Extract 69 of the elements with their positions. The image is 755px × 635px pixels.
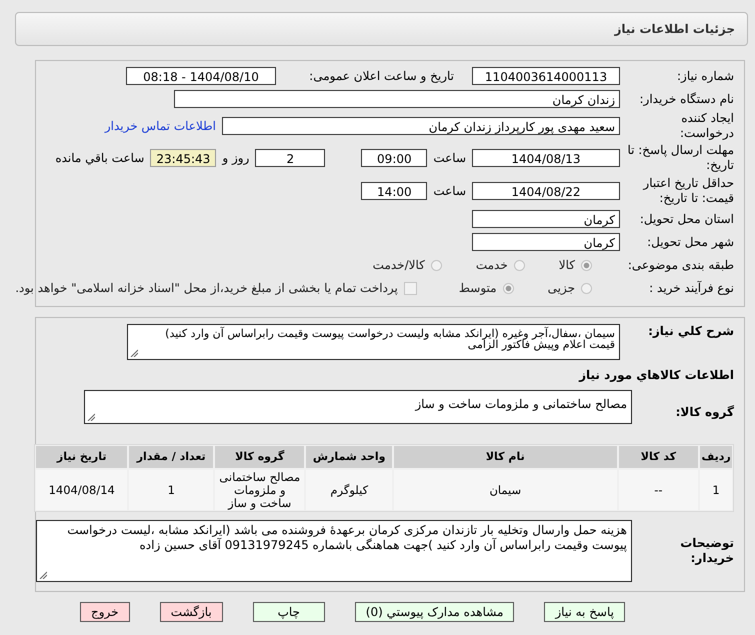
- column-header: گروه کالا: [214, 446, 304, 468]
- buyer-notes-field[interactable]: هزینه حمل وارسال وتخلیه بار تازندان مرکزی کرمان برعهدهٔ فروشنده می باشد (ایرانکد مشابه ،لیست درخواست پیوست وقیمت رابراساس آن وارد کنید )جهت هماهنگی باشماره 09131979245 آقای حسین زاده: [36, 520, 632, 582]
- validity-date-field[interactable]: 1404/08/22: [472, 182, 620, 200]
- province-field[interactable]: کرمان: [472, 210, 620, 228]
- requester-field[interactable]: سعید مهدی پور کارپرداز زندان کرمان: [222, 117, 620, 135]
- goods-group-field[interactable]: مصالح ساختمانی و ملزومات ساخت و ساز: [84, 390, 632, 424]
- column-header: تاریخ نیاز: [36, 446, 128, 468]
- validity-time-field[interactable]: 14:00: [361, 182, 428, 200]
- action-button[interactable]: چاپ: [252, 602, 325, 622]
- field-label: استان محل تحویل:: [638, 212, 734, 226]
- resize-grip-icon[interactable]: [39, 571, 47, 579]
- checkbox[interactable]: [404, 282, 417, 294]
- table-cell: --: [618, 470, 698, 510]
- remaining-time-field: 23:45:43: [150, 149, 216, 167]
- field-label: ایجاد کننده درخواست:: [679, 111, 734, 141]
- field-label: حداقل تاریخ اعتبار قیمت: تا تاریخ:: [642, 176, 734, 206]
- table-cell: 1: [700, 470, 732, 510]
- buyer-contact-link[interactable]: اطلاعات تماس خریدار: [104, 119, 216, 133]
- action-button[interactable]: مشاهده مدارک پیوستي (0): [354, 602, 514, 622]
- field-label: نوع فرآیند خرید :: [648, 280, 734, 296]
- column-header: ردیف: [700, 446, 732, 468]
- radio-button[interactable]: [430, 260, 442, 270]
- field-label: تاریخ و ساعت اعلان عمومی:: [308, 69, 454, 83]
- radio-button[interactable]: [514, 260, 525, 270]
- announce-date-field[interactable]: 1404/08/10 - 08:18: [126, 67, 276, 85]
- time-label: ساعت: [433, 151, 466, 165]
- need-number-field[interactable]: 1104003614000113: [472, 67, 620, 85]
- deadline-date-field[interactable]: 1404/08/13: [472, 149, 620, 167]
- field-label: توضیحات خریدار:: [679, 536, 734, 566]
- radio-button[interactable]: [581, 260, 592, 270]
- days-field[interactable]: 2: [255, 149, 326, 167]
- radio-label: متوسط: [458, 281, 497, 295]
- column-header: واحد شمارش: [306, 446, 392, 468]
- checkbox-label: پرداخت تمام یا بخشی از مبلغ خرید،از محل "اسناد خزانه اسلامی" خواهد بود.: [15, 281, 398, 295]
- field-label: نام دستگاه خریدار:: [638, 92, 734, 106]
- field-label: مهلت ارسال پاسخ: تا تاریخ:: [626, 143, 734, 173]
- city-field[interactable]: کرمان: [472, 233, 620, 251]
- field-label: شرح کلي نياز:: [647, 324, 734, 339]
- column-header: کد کالا: [618, 446, 698, 468]
- radio-button[interactable]: [502, 282, 514, 294]
- radio-label: جزیی: [548, 281, 575, 295]
- table-cell: سیمان: [394, 470, 617, 510]
- buyer-org-field[interactable]: زندان کرمان: [174, 90, 620, 108]
- column-header: نام کالا: [394, 446, 617, 468]
- days-label: روز و: [222, 151, 250, 165]
- field-label: گروه کالا:: [674, 404, 734, 420]
- field-label: شماره نیاز:: [676, 68, 734, 84]
- deadline-time-field[interactable]: 09:00: [361, 149, 428, 167]
- resize-grip-icon[interactable]: [87, 413, 95, 421]
- remaining-label: ساعت باقي مانده: [55, 151, 144, 165]
- section-title: اطلاعات کالاهاي مورد نياز: [578, 368, 734, 382]
- action-button[interactable]: بازگشت: [160, 602, 223, 622]
- radio-label: خدمت: [476, 258, 508, 272]
- field-label: طبقه بندی موضوعی:: [626, 258, 734, 272]
- action-button[interactable]: خروج: [80, 602, 130, 622]
- table-cell: 1: [129, 470, 213, 510]
- time-label: ساعت: [433, 184, 466, 198]
- action-button[interactable]: پاسخ به نیاز: [544, 602, 625, 622]
- table-cell: 1404/08/14: [36, 470, 128, 510]
- field-label: شهر محل تحویل:: [646, 234, 734, 250]
- description-field[interactable]: سیمان ،سفال،آجر وغیره (ایرانکد مشابه ولیست درخواست پیوست وقیمت رابراساس آن وارد کنید) قیمت اعلام وپیش فاکتور الزامی: [127, 324, 620, 360]
- radio-button[interactable]: [581, 282, 592, 294]
- table-cell: مصالح ساختمانی و ملزومات ساخت و ساز: [214, 470, 304, 510]
- table-cell: کیلوگرم: [306, 470, 392, 510]
- radio-label: کالا/خدمت: [372, 258, 425, 272]
- resize-grip-icon[interactable]: [130, 349, 138, 357]
- page-title: جزئیات اطلاعات نیاز: [614, 22, 735, 36]
- radio-label: کالا: [558, 258, 575, 272]
- column-header: تعداد / مقدار: [129, 446, 213, 468]
